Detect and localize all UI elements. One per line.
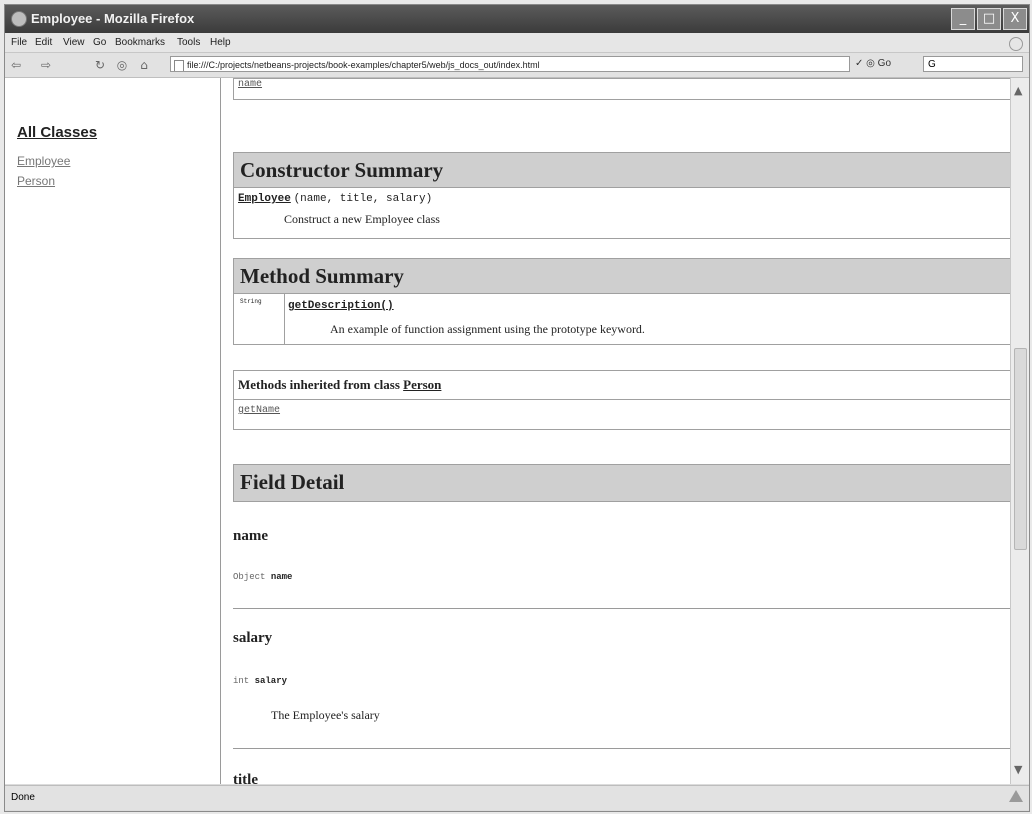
field-salary-decl: salary	[254, 676, 288, 686]
divider	[233, 748, 1017, 749]
inherited-class-link[interactable]: Person	[403, 377, 441, 392]
home-icon[interactable]: ⌂	[137, 58, 151, 72]
menu-bookmarks[interactable]: Bookmarks	[115, 37, 165, 48]
method-return-type: String	[240, 298, 262, 305]
status-text: Done	[11, 792, 35, 803]
menu-help[interactable]: Help	[210, 37, 231, 48]
inherited-method-getname[interactable]: getName	[238, 405, 280, 416]
minimize-button[interactable]: _	[951, 8, 975, 30]
constructor-description: Construct a new Employee class	[284, 212, 440, 226]
field-salary-type: int	[233, 676, 250, 686]
method-link-getdescription[interactable]: getDescription()	[288, 300, 394, 312]
go-label: Go	[877, 58, 892, 69]
field-name-decl: name	[270, 572, 293, 582]
constructor-link[interactable]: Employee	[238, 193, 291, 205]
constructor-summary-header: Constructor Summary	[233, 152, 1017, 188]
constructor-summary-row: Employee (name, title, salary) Construct…	[233, 187, 1017, 239]
throbber-icon	[1009, 37, 1023, 51]
method-description: An example of function assignment using …	[330, 322, 645, 336]
field-name-heading: name	[233, 528, 268, 544]
constructor-params: (name, title, salary)	[293, 193, 433, 205]
menu-edit[interactable]: Edit	[35, 37, 52, 48]
field-name-type: Object	[233, 572, 266, 582]
url-text: file:///C:/projects/netbeans-projects/bo…	[187, 60, 540, 70]
field-summary-tail: name	[233, 78, 1017, 100]
field-salary-description: The Employee's salary	[271, 708, 380, 722]
class-link-person[interactable]: Person	[17, 174, 55, 188]
menu-file[interactable]: File	[11, 37, 27, 48]
class-detail-frame: name Constructor Summary Employee (name,…	[221, 78, 1017, 784]
page-content: All Classes Employee Person name Constru…	[5, 78, 1029, 784]
menu-bar: File Edit View Go Bookmarks Tools Help	[5, 33, 1029, 53]
field-link-name[interactable]: name	[238, 79, 262, 90]
warning-icon	[1009, 790, 1023, 802]
menu-tools[interactable]: Tools	[177, 37, 200, 48]
field-title-heading: title	[233, 772, 258, 784]
page-icon	[174, 60, 184, 71]
go-button[interactable]: ✓ ◎ Go	[855, 58, 891, 69]
search-input[interactable]: G	[923, 56, 1023, 72]
method-summary-header: Method Summary	[233, 258, 1017, 294]
menu-go[interactable]: Go	[93, 37, 106, 48]
restore-button[interactable]: □	[977, 8, 1001, 30]
inherited-methods-box: Methods inherited from class Person getN…	[233, 370, 1017, 430]
vertical-scrollbar[interactable]: ▲ ▼	[1010, 78, 1029, 784]
class-link-employee[interactable]: Employee	[17, 154, 70, 168]
browser-window: Employee - Mozilla Firefox _ □ X File Ed…	[4, 4, 1030, 812]
title-bar[interactable]: Employee - Mozilla Firefox _ □ X	[5, 5, 1029, 33]
reload-icon[interactable]: ↻	[93, 58, 107, 72]
class-list-frame: All Classes Employee Person	[5, 78, 221, 784]
scroll-down-icon[interactable]: ▼	[1014, 763, 1022, 776]
navigation-toolbar: ⇦ ⇨ ↻ ◎ ⌂ file:///C:/projects/netbeans-p…	[5, 53, 1029, 78]
window-title: Employee - Mozilla Firefox	[31, 11, 195, 26]
field-salary-heading: salary	[233, 630, 273, 646]
scroll-up-icon[interactable]: ▲	[1014, 84, 1022, 97]
menu-view[interactable]: View	[63, 37, 85, 48]
inherited-label: Methods inherited from class	[238, 377, 400, 392]
method-summary-row: String getDescription() An example of fu…	[233, 293, 1017, 345]
url-input[interactable]: file:///C:/projects/netbeans-projects/bo…	[170, 56, 850, 72]
divider	[233, 608, 1017, 609]
forward-icon[interactable]: ⇨	[39, 58, 53, 72]
firefox-icon	[11, 11, 27, 27]
scroll-thumb[interactable]	[1014, 348, 1027, 550]
status-bar: Done	[5, 785, 1029, 810]
stop-icon[interactable]: ◎	[115, 58, 129, 72]
all-classes-heading: All Classes	[17, 124, 98, 141]
field-detail-header: Field Detail	[233, 464, 1017, 502]
close-button[interactable]: X	[1003, 8, 1027, 30]
back-icon[interactable]: ⇦	[9, 58, 23, 72]
